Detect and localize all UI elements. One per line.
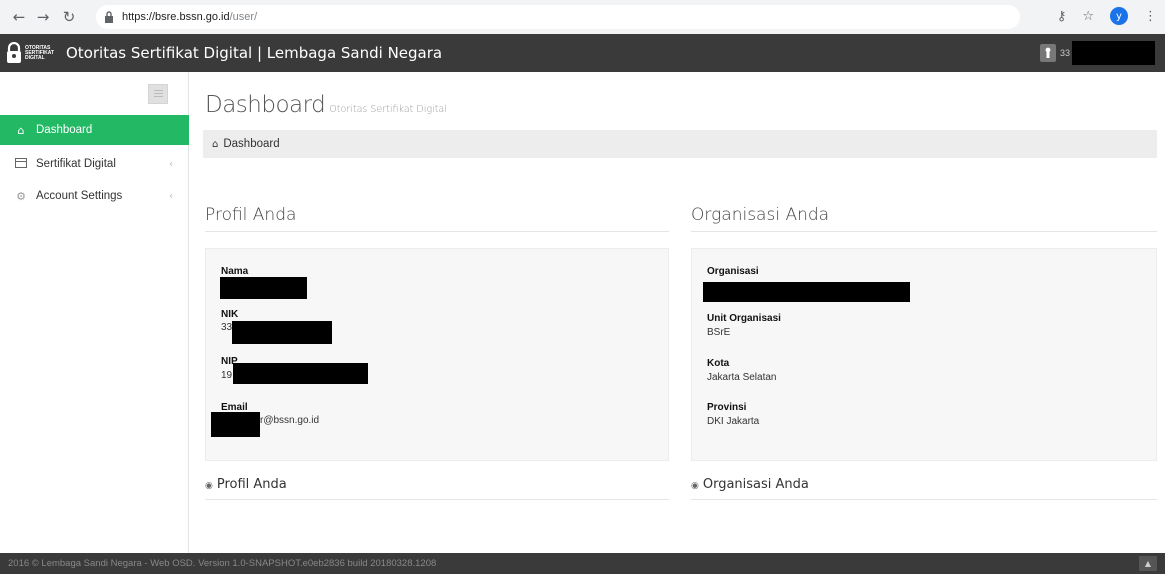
app-header: OTORITAS SERTIFIKAT DIGITAL Otoritas Serti… (0, 34, 1165, 72)
user-icon (1040, 44, 1056, 62)
field-label-nama: Nama (221, 266, 249, 277)
url-path: /user/ (229, 11, 258, 23)
profile-panel-footer[interactable]: ◉ Profil Anda (205, 477, 669, 500)
logo-text: OTORITAS SERTIFIKAT DIGITAL (25, 44, 55, 61)
user-menu[interactable]: 33 (1040, 41, 1155, 65)
logo[interactable]: OTORITAS SERTIFIKAT DIGITAL (0, 34, 60, 72)
organization-footer-label: Organisasi Anda (702, 477, 809, 492)
home-icon: ⌂ (17, 123, 25, 137)
redacted-nik (232, 321, 332, 344)
url-host: https://bsre.bssn.go.id (122, 11, 230, 23)
sidebar-item-dashboard[interactable]: ⌂ Dashboard (0, 115, 189, 145)
chevron-left-icon: ‹ (169, 190, 173, 202)
breadcrumb: ⌂ Dashboard (203, 130, 1157, 158)
user-id: 33 (1060, 48, 1071, 58)
chevron-up-icon: ▲ (1144, 559, 1152, 568)
footer-text: 2016 © Lembaga Sandi Negara - Web OSD. V… (8, 558, 437, 569)
profile-avatar[interactable]: y (1110, 7, 1128, 25)
key-icon[interactable]: ⚷ (1057, 9, 1067, 24)
redacted-nip (233, 363, 368, 384)
home-icon: ⌂ (212, 138, 219, 150)
main-content: Dashboard Otoritas Sertifikat Digital ⌂ D… (190, 72, 1165, 553)
scroll-top-button[interactable]: ▲ (1139, 556, 1157, 571)
sidebar-item-label: Dashboard (36, 124, 93, 136)
page-footer: 2016 © Lembaga Sandi Negara - Web OSD. V… (0, 553, 1165, 574)
sidebar-toggle-button[interactable] (148, 84, 168, 104)
field-value-email: r@bssn.go.id (260, 415, 320, 426)
circle-icon: ◉ (205, 481, 213, 491)
organization-panel: Organisasi Unit Organisasi BSrE Kota Jak… (691, 248, 1157, 461)
page-title-text: Dashboard (205, 92, 326, 118)
organization-heading: Organisasi Anda (691, 205, 1157, 232)
sidebar-item-account-settings[interactable]: ⚙ Account Settings ‹ (0, 181, 189, 211)
field-label-organisasi: Organisasi (707, 266, 759, 277)
menu-icon[interactable]: ⋮ (1144, 9, 1157, 24)
redacted-username (1072, 41, 1155, 65)
cogs-icon: ⚙ (16, 189, 26, 203)
circle-icon: ◉ (691, 481, 699, 491)
field-label-nik: NIK (221, 309, 239, 320)
card-icon (14, 157, 28, 171)
sidebar: ⌂ Dashboard Sertifikat Digital ‹ ⚙ Accou… (0, 72, 189, 553)
organization-panel-footer[interactable]: ◉ Organisasi Anda (691, 477, 1157, 500)
profile-footer-label: Profil Anda (216, 477, 287, 492)
profile-heading: Profil Anda (205, 205, 669, 232)
field-value-kota: Jakarta Selatan (707, 372, 777, 383)
chevron-left-icon: ‹ (169, 158, 173, 170)
field-label-unit-organisasi: Unit Organisasi (707, 313, 781, 324)
page-title: Dashboard Otoritas Sertifikat Digital (205, 92, 447, 118)
sidebar-item-label: Sertifikat Digital (36, 158, 116, 170)
redacted-nama (220, 277, 307, 299)
sidebar-item-label: Account Settings (36, 190, 123, 202)
address-bar[interactable]: https://bsre.bssn.go.id/user/ (96, 5, 1020, 29)
padlock-logo-icon (7, 42, 21, 63)
field-label-provinsi: Provinsi (707, 402, 747, 413)
sidebar-item-sertifikat-digital[interactable]: Sertifikat Digital ‹ (0, 149, 189, 179)
redacted-organisasi (703, 282, 910, 302)
field-label-kota: Kota (707, 358, 730, 369)
reload-icon[interactable]: ↻ (58, 6, 80, 28)
field-value-unit-organisasi: BSrE (707, 327, 731, 338)
field-value-nip: 19 (221, 370, 233, 381)
app-title: Otoritas Sertifikat Digital | Lembaga Sa… (66, 44, 443, 62)
redacted-email (211, 412, 260, 437)
back-icon[interactable]: ← (8, 6, 30, 28)
page-subtitle: Otoritas Sertifikat Digital (329, 104, 447, 115)
browser-toolbar: ← → ↻ https://bsre.bssn.go.id/user/ ⚷ ☆ … (0, 0, 1165, 34)
profile-panel: Nama NIK 33 NIP 19 Email r@bssn.go.id (205, 248, 669, 461)
breadcrumb-item[interactable]: Dashboard (223, 138, 279, 150)
field-value-provinsi: DKI Jakarta (707, 416, 760, 427)
lock-icon (105, 11, 113, 23)
field-value-nik: 33 (221, 322, 233, 333)
forward-icon[interactable]: → (32, 6, 54, 28)
star-icon[interactable]: ☆ (1082, 9, 1094, 24)
